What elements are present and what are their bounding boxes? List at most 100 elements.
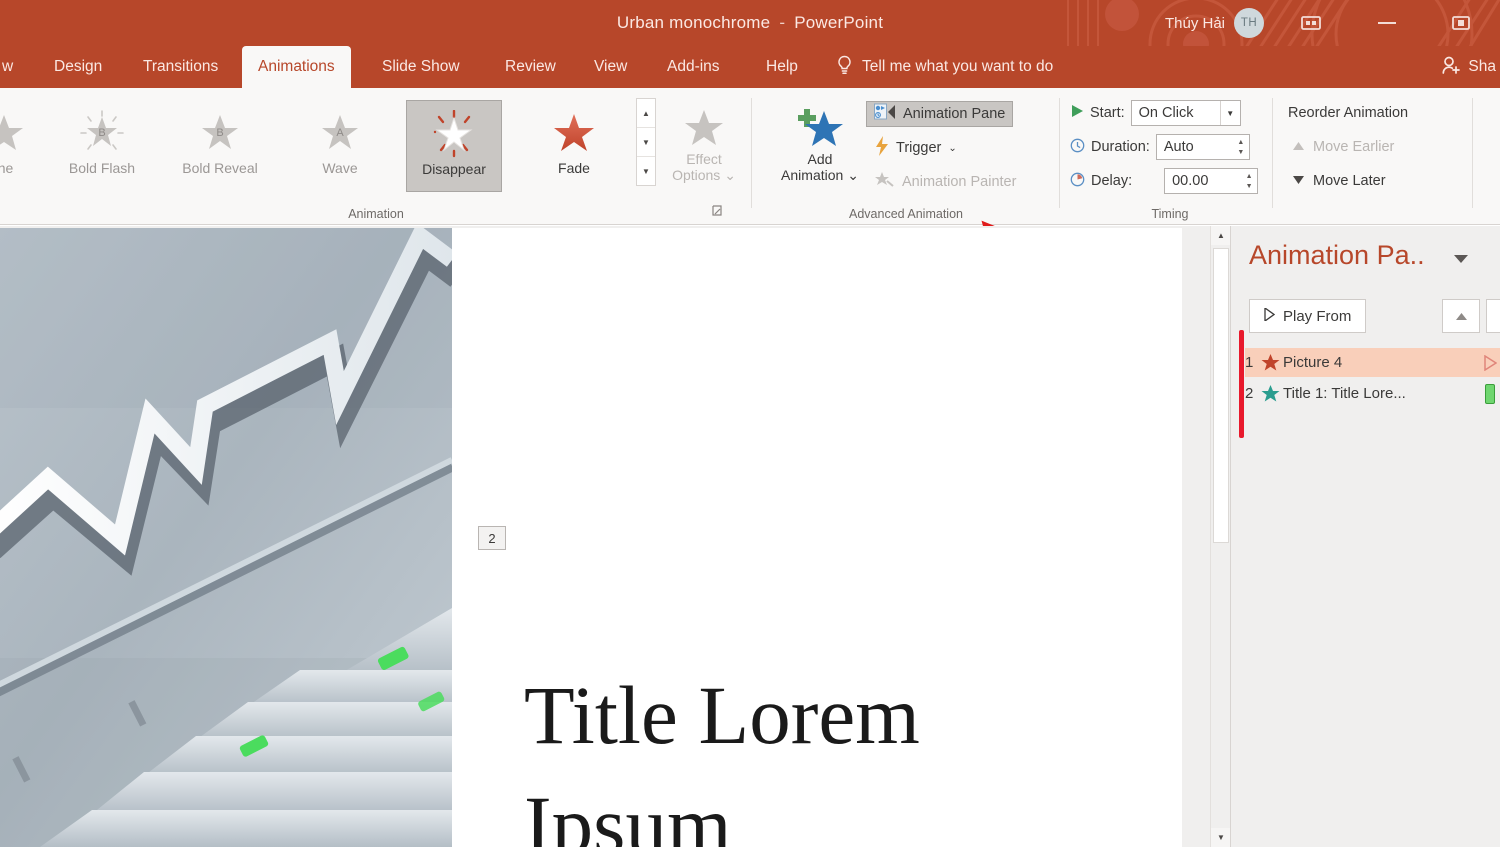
gallery-item-bold-flash[interactable]: B Bold Flash [54,100,150,192]
gallery-more-icon[interactable]: ▼ [637,157,655,185]
play-from-button[interactable]: Play From [1249,299,1367,333]
gallery-scroll-down-icon[interactable]: ▼ [637,128,655,157]
delay-value: 00.00 [1172,173,1209,189]
gallery-item-underline[interactable]: ine [0,100,52,192]
move-later-button[interactable]: Move Later [1292,168,1386,194]
animation-pane: Animation Pa.. Play From 1 Picture 4 2 T… [1230,226,1500,847]
tab-review[interactable]: Review [489,46,572,88]
vertical-scrollbar[interactable]: ▲ ▼ [1210,226,1231,847]
svg-text:B: B [216,127,223,139]
gallery-scrollbar[interactable]: ▲ ▼ ▼ [636,98,656,186]
tab-animations[interactable]: Animations [242,46,351,88]
play-from-label: Play From [1283,307,1352,325]
duration-label: Duration: [1091,139,1150,155]
animation-item-label: Title 1: Title Lore... [1283,385,1406,402]
ribbon-group-advanced-animation: Add Animation ⌄ Animation Pane Trigger ⌄… [752,88,1060,225]
slide-title-placeholder[interactable]: Title Lorem Ipsum [524,660,1124,847]
chevron-down-icon[interactable]: ▼ [1219,101,1240,125]
add-animation-label-2: Animation [781,166,844,183]
animation-list-item-2[interactable]: 2 Title 1: Title Lore... [1245,379,1500,408]
start-row: Start: On Click ▼ [1070,100,1241,126]
tab-slide-show[interactable]: Slide Show [366,46,476,88]
ribbon-group-animation: ine B Bold Flash [0,88,752,225]
tab-view[interactable]: View [578,46,643,88]
wave-star-icon: A [316,108,364,158]
start-label: Start: [1090,105,1125,121]
move-earlier-label: Move Earlier [1313,139,1395,155]
scroll-down-arrow-icon[interactable]: ▼ [1211,828,1231,847]
tab-design[interactable]: Design [38,46,118,88]
disappear-icon [429,109,479,159]
slide-editing-area[interactable]: 2 Title Lorem Ipsum SIT DOLOR AMET [0,226,1210,847]
minimize-icon[interactable] [1370,8,1404,38]
share-button[interactable]: Sha [1441,46,1500,88]
add-animation-label-1: Add [807,151,833,167]
tab-add-ins[interactable]: Add-ins [651,46,736,88]
trigger-label: Trigger [896,140,942,156]
app-name: PowerPoint [794,13,884,32]
gallery-item-label: Bold Flash [68,160,136,176]
tell-me-search[interactable]: Tell me what you want to do [836,46,1053,88]
animation-item-number: 2 [1245,385,1254,402]
ribbon-tab-strip: w Design Transitions Animations Slide Sh… [0,46,1500,88]
tab-help[interactable]: Help [750,46,814,88]
ribbon-display-options-icon[interactable] [1294,8,1328,38]
scroll-up-arrow-icon[interactable]: ▲ [1211,226,1231,245]
tab-transitions[interactable]: Transitions [127,46,234,88]
gallery-item-label: Fade [558,160,590,176]
chevron-down-icon[interactable] [1453,252,1469,267]
entrance-duration-bar-icon[interactable] [1479,383,1500,404]
animation-list-item-1[interactable]: 1 Picture 4 [1245,348,1500,377]
animation-order-badge[interactable]: 2 [478,526,506,550]
duration-row: Duration: Auto ▲ ▼ [1070,134,1250,160]
effect-options-button[interactable]: Effect Options ⌄ [660,104,748,183]
delay-spinner[interactable]: 00.00 ▲ ▼ [1164,168,1259,194]
exit-star-icon [1261,353,1283,372]
trigger-button[interactable]: Trigger ⌄ [868,135,964,161]
restore-icon[interactable] [1444,8,1478,38]
animation-pane-button[interactable]: Animation Pane [866,101,1014,127]
reveal-star-icon: B [196,108,244,158]
gallery-scroll-up-icon[interactable]: ▲ [637,99,655,128]
scrollbar-thumb[interactable] [1213,248,1229,543]
avatar[interactable]: TH [1234,8,1264,38]
gallery-item-wave[interactable]: A Wave [292,100,388,192]
tell-me-placeholder: Tell me what you want to do [862,58,1054,75]
animation-pane-label: Animation Pane [903,106,1006,122]
pane-move-up-button[interactable] [1442,299,1480,333]
duration-spin-buttons[interactable]: ▲ ▼ [1235,137,1247,157]
add-animation-button[interactable]: Add Animation ⌄ [776,104,864,183]
gallery-item-fade[interactable]: Fade [526,100,622,192]
gallery-item-disappear[interactable]: Disappear [406,100,502,192]
pane-move-down-button[interactable] [1486,299,1500,333]
tab-draw[interactable]: w [0,46,29,88]
slide-canvas[interactable]: 2 Title Lorem Ipsum SIT DOLOR AMET [0,228,1182,847]
flash-star-icon: B [78,108,126,158]
delay-spin-buttons[interactable]: ▲ ▼ [1243,171,1255,191]
animation-painter-button[interactable]: Animation Painter [868,169,1023,195]
account-area[interactable]: Thúy Hải TH [1165,0,1264,46]
window-title: Urban monochrome - PowerPoint [0,0,1500,46]
gallery-item-bold-reveal[interactable]: B Bold Reveal [172,100,268,192]
lightbulb-icon [836,55,853,80]
svg-text:B: B [98,127,105,139]
triangle-down-icon [1292,173,1305,189]
animation-painter-label: Animation Painter [902,174,1017,190]
slide-picture-4[interactable] [0,228,452,847]
duration-value: Auto [1163,139,1194,155]
share-person-icon [1441,55,1461,80]
animation-item-label: Picture 4 [1283,354,1343,371]
play-triangle-icon [1264,306,1276,325]
duration-spinner[interactable]: Auto ▲ ▼ [1155,134,1250,160]
exit-effect-triangle-icon[interactable] [1479,354,1500,371]
powerpoint-window: Urban monochrome - PowerPoint Thúy Hải T… [0,0,1500,847]
account-name: Thúy Hải [1164,14,1225,32]
chevron-down-icon: ⌄ [847,166,859,183]
title-bar: Urban monochrome - PowerPoint Thúy Hải T… [0,0,1500,46]
move-earlier-button[interactable]: Move Earlier [1292,134,1394,160]
share-label: Sha [1468,58,1496,75]
group-label-timing: Timing [1151,207,1189,221]
play-green-icon [1070,104,1084,122]
start-combobox[interactable]: On Click ▼ [1130,100,1241,126]
gallery-item-label: ine [0,160,14,176]
